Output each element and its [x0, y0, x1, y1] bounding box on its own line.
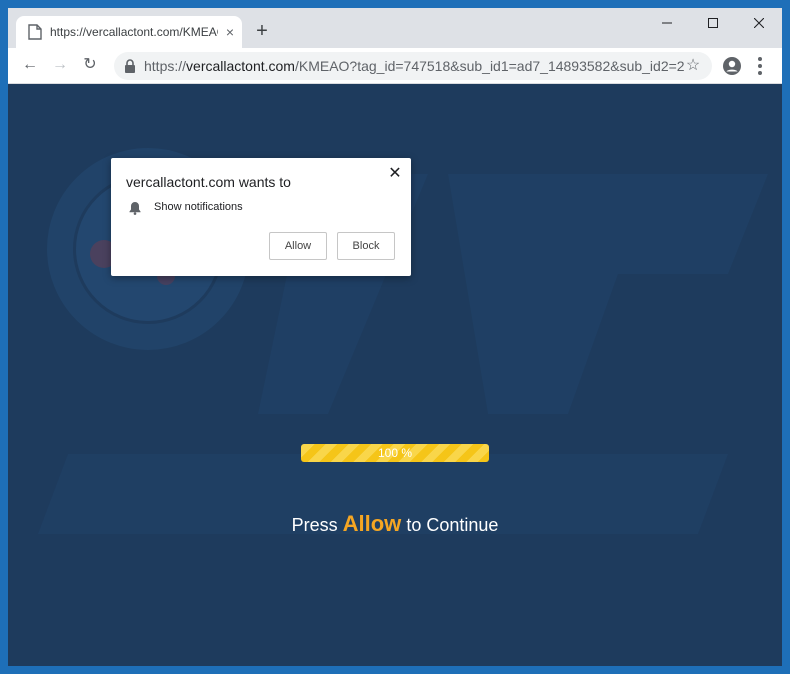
back-button[interactable]: ← [18, 53, 42, 77]
menu-button[interactable] [752, 54, 768, 78]
profile-icon[interactable] [722, 56, 742, 76]
cta-highlight: Allow [342, 511, 402, 536]
maximize-icon [708, 18, 718, 28]
maximize-button[interactable] [690, 8, 736, 40]
bookmark-star-icon[interactable]: ☆ [684, 56, 702, 76]
popup-close-icon[interactable]: ✕ [387, 166, 403, 182]
progress-bar: 100 % [301, 444, 489, 462]
cta-before: Press [291, 515, 338, 535]
block-button[interactable]: Block [337, 232, 395, 260]
url-scheme: https:// [144, 58, 187, 74]
page-content: 100 % Press Allow to Continue vercallact… [8, 84, 782, 666]
tab-close-icon[interactable]: × [222, 24, 238, 40]
tab-title: https://vercallactont.com/KMEAO [50, 25, 218, 39]
cta-after: to Continue [406, 515, 499, 535]
minimize-icon [662, 22, 672, 24]
browser-tab[interactable]: https://vercallactont.com/KMEAO × [16, 16, 242, 48]
close-icon [753, 17, 765, 29]
forward-button[interactable]: → [48, 53, 72, 77]
url-host: vercallactont.com [186, 58, 295, 74]
call-to-action-text: Press Allow to Continue [8, 510, 782, 539]
tab-strip: https://vercallactont.com/KMEAO × + [8, 8, 782, 48]
url-text: https://vercallactont.com/KMEAO?tag_id=7… [144, 57, 684, 75]
url-path: /KMEAO?tag_id=747518&sub_id1=ad7_1489358… [294, 58, 684, 74]
progress-label: 100 % [377, 446, 413, 460]
permission-text: Show notifications [154, 201, 243, 213]
browser-toolbar: ← → ↻ https://vercallactont.com/KMEAO?ta… [8, 48, 782, 84]
bell-icon [129, 202, 141, 215]
page-icon [28, 24, 42, 40]
reload-button[interactable]: ↻ [78, 53, 102, 77]
close-window-button[interactable] [736, 8, 782, 40]
new-tab-button[interactable]: + [252, 21, 272, 41]
minimize-button[interactable] [644, 8, 690, 40]
popup-title: vercallactont.com wants to [126, 174, 291, 190]
notification-permission-popup: vercallactont.com wants to ✕ Show notifi… [111, 158, 411, 276]
allow-button[interactable]: Allow [269, 232, 327, 260]
address-bar[interactable]: https://vercallactont.com/KMEAO?tag_id=7… [114, 52, 712, 80]
lock-icon [125, 59, 135, 73]
browser-window: https://vercallactont.com/KMEAO × + ← → … [8, 8, 782, 666]
